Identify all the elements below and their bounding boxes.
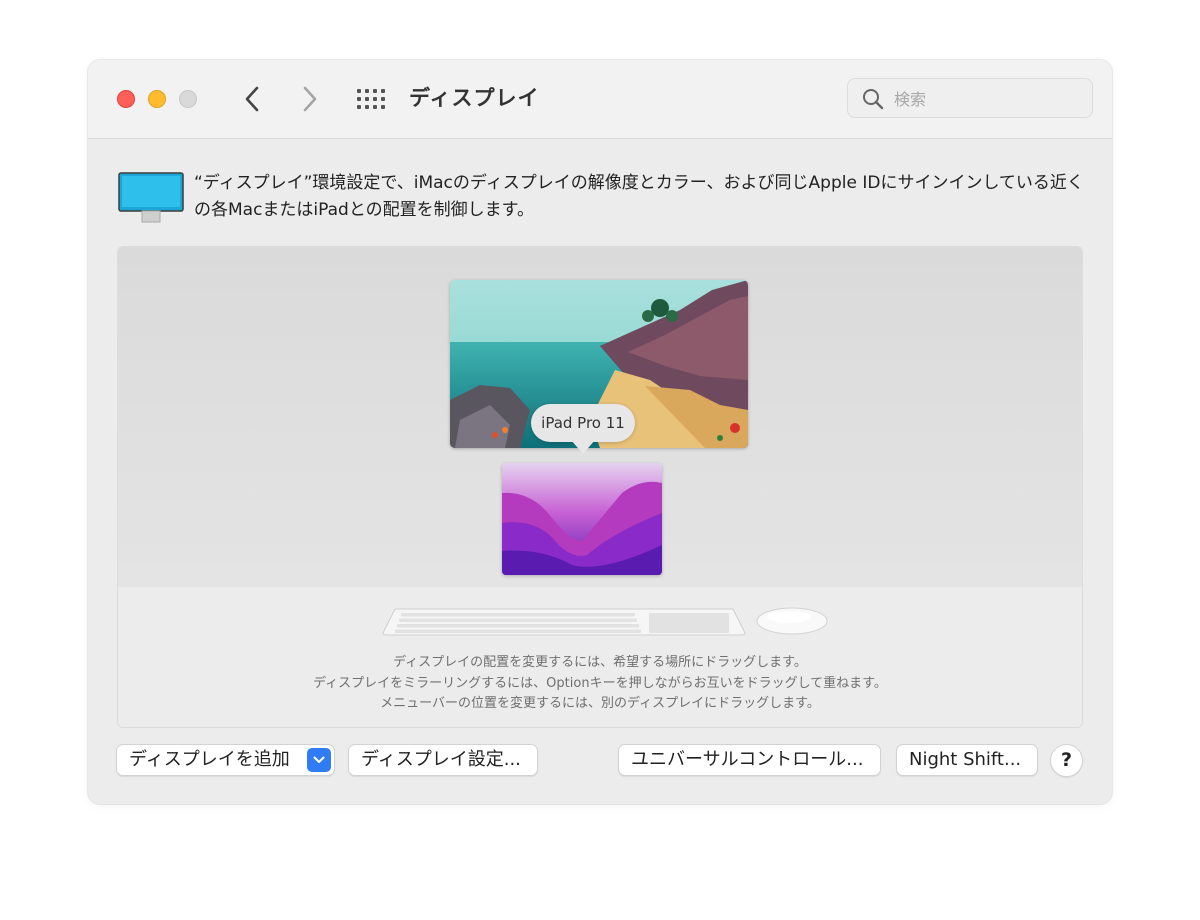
display-pref-icon	[118, 172, 184, 223]
monterey-wallpaper-image	[502, 463, 662, 575]
hint-line: ディスプレイの配置を変更するには、希望する場所にドラッグします。	[393, 655, 807, 670]
pane-description: “ディスプレイ”環境設定で、iMacのディスプレイの解像度とカラー、および同じA…	[194, 173, 1084, 220]
close-button[interactable]	[117, 90, 135, 108]
forward-chevron-icon	[303, 86, 317, 112]
mouse-icon	[756, 607, 828, 635]
night-shift-button[interactable]: Night Shift...	[896, 744, 1038, 776]
search-icon	[863, 89, 884, 110]
arrangement-area: iPad Pro 11 ディスプレイの配置を変更するには、希望する場所にドラッグ…	[117, 246, 1083, 728]
arrangement-footer: ディスプレイの配置を変更するには、希望する場所にドラッグします。 ディスプレイを…	[118, 587, 1082, 727]
title-bar: ディスプレイ	[88, 60, 1112, 139]
system-preferences-window: ディスプレイ “ディスプレイ”環境設定で、iMacのディスプレイの解像度とカラー…	[88, 60, 1112, 804]
zoom-button	[179, 90, 197, 108]
window-title: ディスプレイ	[409, 86, 540, 110]
chevron-down-icon	[307, 748, 331, 772]
hint-line: メニューバーの位置を変更するには、別のディスプレイにドラッグします。	[380, 696, 820, 711]
imac-display-thumbnail[interactable]	[502, 463, 662, 575]
search-input[interactable]	[892, 85, 1086, 113]
minimize-button[interactable]	[148, 90, 166, 108]
keyboard-icon	[382, 608, 746, 636]
tooltip-arrow	[571, 440, 595, 454]
add-display-popup-button[interactable]: ディスプレイを追加	[116, 744, 335, 776]
display-settings-button[interactable]: ディスプレイ設定...	[348, 744, 538, 776]
show-all-grid-icon[interactable]	[356, 86, 386, 112]
forward-button[interactable]	[293, 82, 327, 116]
help-button[interactable]: ?	[1050, 744, 1083, 777]
universal-control-button[interactable]: ユニバーサルコントロール...	[618, 744, 881, 776]
arrangement-stage: iPad Pro 11	[118, 247, 1082, 587]
display-name-tooltip: iPad Pro 11	[531, 404, 635, 442]
add-display-label: ディスプレイを追加	[129, 749, 290, 770]
back-button[interactable]	[235, 82, 269, 116]
back-chevron-icon	[245, 86, 259, 112]
hint-line: ディスプレイをミラーリングするには、Optionキーを押しながらお互いをドラッグ…	[313, 675, 887, 691]
arrangement-hints: ディスプレイの配置を変更するには、希望する場所にドラッグします。 ディスプレイを…	[118, 653, 1082, 715]
search-field[interactable]	[847, 78, 1093, 118]
